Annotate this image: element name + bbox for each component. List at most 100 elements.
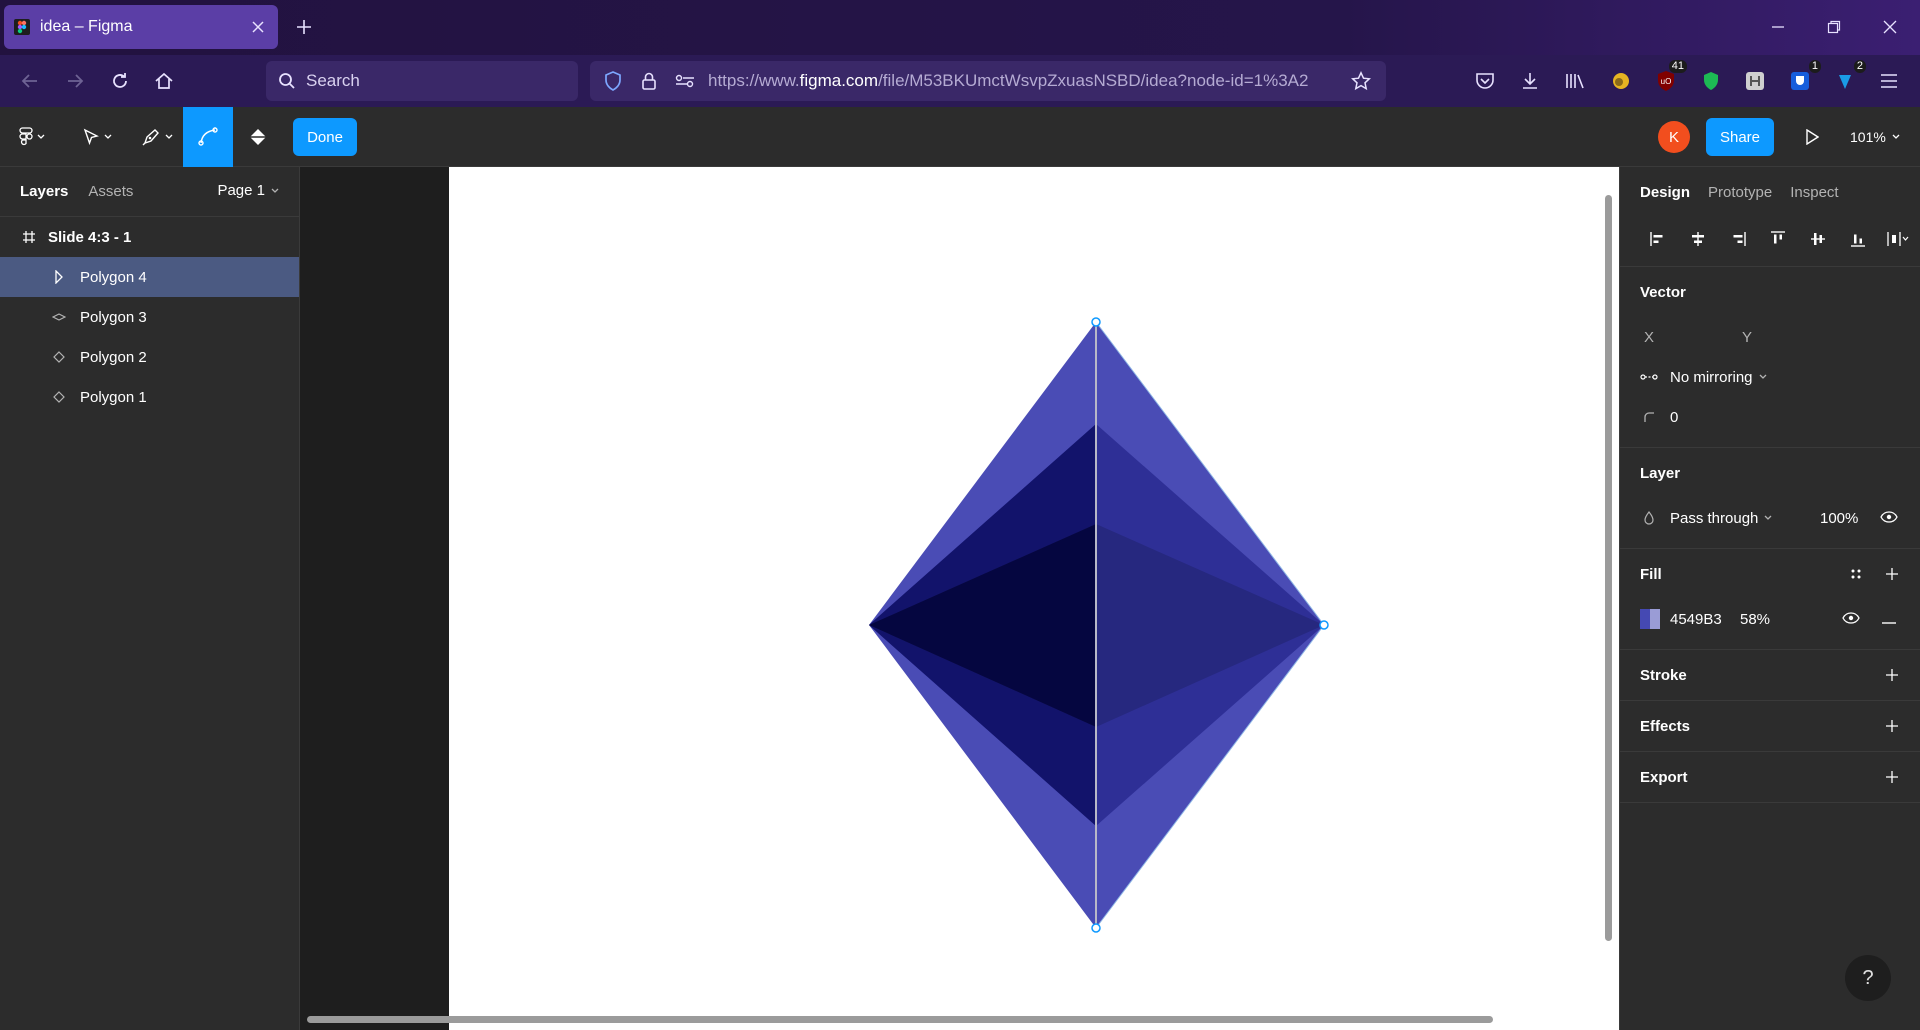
page-name: Page 1 — [217, 182, 265, 199]
blend-mode-dropdown[interactable]: Pass through — [1670, 510, 1758, 527]
back-icon[interactable] — [14, 65, 46, 97]
blend-row: Pass through 100% — [1620, 498, 1920, 538]
library-icon[interactable] — [1561, 66, 1591, 96]
main-menu-button[interactable] — [10, 107, 54, 167]
tab-inspect[interactable]: Inspect — [1790, 184, 1838, 201]
browser-tab-idea[interactable]: idea – Figma — [4, 5, 278, 49]
url-text: https://www.figma.com/file/M53BKUmctWsvp… — [708, 71, 1348, 91]
y-field[interactable]: Y — [1738, 329, 1752, 346]
present-play-icon[interactable] — [1796, 121, 1828, 153]
mirroring-dropdown[interactable]: No mirroring — [1620, 357, 1920, 397]
layer-row-frame[interactable]: Slide 4:3 - 1 — [0, 217, 299, 257]
bookmark-star-icon[interactable] — [1348, 68, 1374, 94]
align-bottom-icon[interactable] — [1838, 223, 1878, 255]
layer-row-polygon-3[interactable]: Polygon 3 — [0, 297, 299, 337]
extension-blue-icon[interactable]: 2 — [1830, 60, 1866, 96]
tab-close-icon[interactable] — [248, 17, 268, 37]
x-field[interactable]: X — [1640, 329, 1738, 346]
layer-label: Polygon 2 — [80, 348, 147, 366]
align-right-icon[interactable] — [1718, 223, 1758, 255]
frame-name: Slide 4:3 - 1 — [48, 228, 132, 246]
bitwarden-badge: 1 — [1808, 60, 1821, 73]
add-effect-icon[interactable] — [1882, 716, 1902, 736]
zoom-dropdown[interactable]: 101% — [1850, 121, 1910, 153]
corner-radius-field[interactable]: 0 — [1620, 397, 1920, 437]
vector-title: Vector — [1640, 283, 1686, 301]
new-tab-icon[interactable] — [292, 15, 316, 39]
reload-icon[interactable] — [104, 65, 136, 97]
fill-swatch[interactable] — [1640, 609, 1660, 629]
browser-search-input[interactable]: Search — [266, 61, 578, 101]
cursor-arrow-icon — [83, 128, 99, 146]
diamond-polygons[interactable] — [301, 167, 1619, 1030]
vertical-scrollbar[interactable] — [1605, 195, 1612, 941]
align-left-icon[interactable] — [1638, 223, 1678, 255]
bitwarden-icon[interactable]: 1 — [1785, 60, 1821, 96]
vertex-handle-top[interactable] — [1091, 317, 1101, 327]
tab-layers[interactable]: Layers — [20, 183, 68, 200]
browser-tab-title: idea – Figma — [40, 18, 133, 35]
chevron-down-icon — [37, 134, 45, 139]
forward-icon[interactable] — [59, 65, 91, 97]
extension-emoji-icon[interactable] — [1606, 66, 1636, 96]
share-button[interactable]: Share — [1706, 118, 1774, 156]
permissions-icon[interactable] — [672, 68, 698, 94]
fill-hex-field[interactable]: 4549B3 — [1670, 611, 1722, 628]
alignment-toolbar — [1620, 217, 1920, 267]
privacy-shield-icon[interactable] — [1696, 66, 1726, 96]
layer-opacity-field[interactable]: 100% — [1820, 510, 1858, 527]
browser-menu-icon[interactable] — [1874, 66, 1904, 96]
help-button[interactable]: ? — [1845, 955, 1891, 1001]
style-grid-icon[interactable] — [1846, 564, 1866, 584]
url-bar[interactable]: https://www.figma.com/file/M53BKUmctWsvp… — [590, 61, 1386, 101]
tab-prototype[interactable]: Prototype — [1708, 184, 1772, 201]
layer-row-polygon-4[interactable]: Polygon 4 — [0, 257, 299, 297]
layer-row-polygon-1[interactable]: Polygon 1 — [0, 377, 299, 417]
minimize-icon[interactable] — [1760, 10, 1796, 44]
vertex-handle-bottom[interactable] — [1091, 923, 1101, 933]
remove-fill-icon[interactable] — [1882, 611, 1896, 628]
eye-icon[interactable] — [1880, 510, 1898, 527]
restore-icon[interactable] — [1816, 10, 1852, 44]
close-window-icon[interactable] — [1872, 10, 1908, 44]
align-center-h-icon[interactable] — [1678, 223, 1718, 255]
tab-design[interactable]: Design — [1640, 184, 1690, 201]
add-fill-icon[interactable] — [1882, 564, 1902, 584]
bend-tool-button[interactable] — [183, 107, 233, 167]
vector-section: Vector X Y No mirroring 0 — [1620, 267, 1920, 448]
url-domain: figma.com — [799, 71, 879, 90]
align-top-icon[interactable] — [1758, 223, 1798, 255]
done-button[interactable]: Done — [293, 118, 357, 156]
vertex-handle-right[interactable] — [1319, 620, 1329, 630]
horizontal-scrollbar[interactable] — [307, 1016, 1493, 1023]
browser-nav-bar: Search https://www.figma.com/file/M53BKU… — [0, 55, 1920, 107]
left-panel-tabs: Layers Assets Page 1 — [0, 167, 299, 217]
layer-row-polygon-2[interactable]: Polygon 2 — [0, 337, 299, 377]
pocket-icon[interactable] — [1470, 66, 1500, 96]
avatar[interactable]: K — [1658, 121, 1690, 153]
right-panel-tabs: Design Prototype Inspect — [1620, 167, 1920, 217]
home-icon[interactable] — [148, 65, 180, 97]
fill-opacity-field[interactable]: 58% — [1740, 611, 1770, 628]
lock-icon[interactable] — [636, 68, 662, 94]
distribute-spacing-icon[interactable] — [1878, 223, 1918, 255]
page-dropdown[interactable]: Page 1 — [217, 182, 279, 199]
design-canvas[interactable] — [301, 167, 1619, 1030]
downloads-icon[interactable] — [1515, 66, 1545, 96]
polygon-diamond-icon — [52, 390, 66, 404]
eye-icon[interactable] — [1842, 611, 1860, 628]
extension-h-icon[interactable] — [1740, 66, 1770, 96]
add-stroke-icon[interactable] — [1882, 665, 1902, 685]
align-middle-v-icon[interactable] — [1798, 223, 1838, 255]
chevron-down-icon — [104, 134, 112, 139]
ublock-icon[interactable]: uO 41 — [1651, 60, 1687, 96]
tab-assets[interactable]: Assets — [88, 183, 133, 200]
vector-edit-icon — [52, 270, 66, 284]
move-tool-button[interactable] — [74, 107, 120, 167]
url-prefix: https://www. — [708, 71, 800, 90]
figma-favicon-icon — [14, 19, 30, 35]
pen-tool-button[interactable] — [134, 107, 180, 167]
add-export-icon[interactable] — [1882, 767, 1902, 787]
shield-icon[interactable] — [600, 68, 626, 94]
paint-bucket-button[interactable] — [238, 107, 278, 167]
